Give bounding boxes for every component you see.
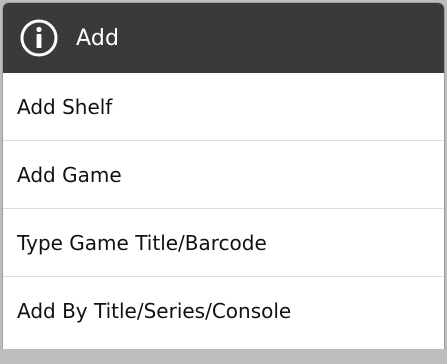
menu-item-add-by-title-series-console[interactable]: Add By Title/Series/Console (3, 277, 444, 345)
add-dialog: Add Add Shelf Add Game Type Game Title/B… (3, 3, 444, 349)
menu-item-type-title-barcode[interactable]: Type Game Title/Barcode (3, 209, 444, 277)
dialog-title: Add (76, 25, 120, 51)
add-options-list: Add Shelf Add Game Type Game Title/Barco… (3, 73, 444, 345)
menu-item-label: Add Game (17, 162, 122, 187)
info-icon (19, 18, 59, 58)
menu-item-label: Add Shelf (17, 94, 113, 119)
dialog-header: Add (3, 3, 444, 73)
menu-item-label: Type Game Title/Barcode (17, 230, 267, 255)
dialog-bottom-bar (0, 349, 447, 364)
menu-item-label: Add By Title/Series/Console (17, 299, 292, 323)
menu-item-add-game[interactable]: Add Game (3, 141, 444, 209)
menu-item-add-shelf[interactable]: Add Shelf (3, 73, 444, 141)
